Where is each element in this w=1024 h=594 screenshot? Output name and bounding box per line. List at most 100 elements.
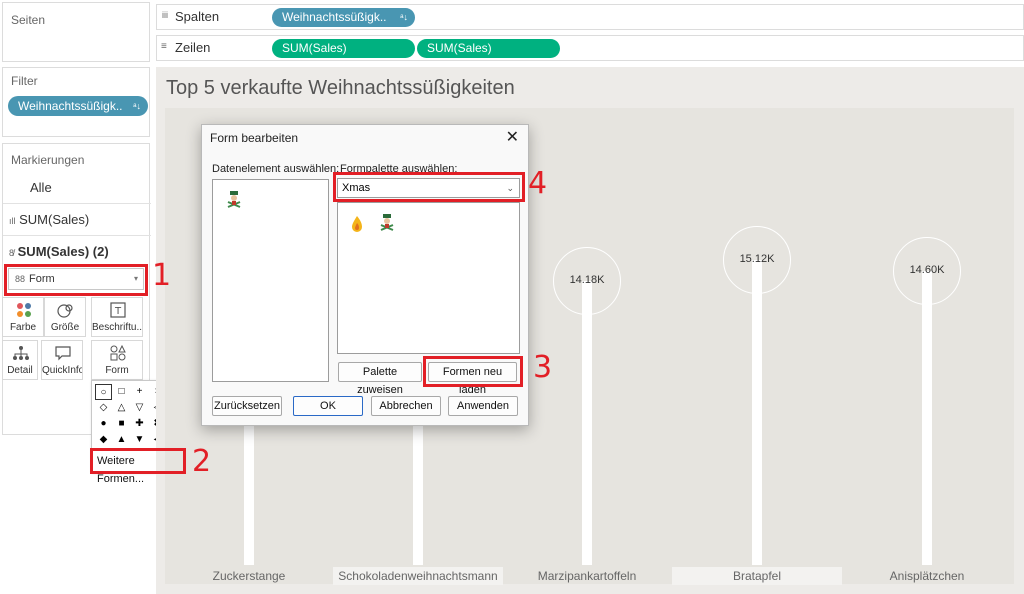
ok-button[interactable]: OK xyxy=(293,396,363,416)
data-label: 14.60K xyxy=(909,264,945,277)
bar-mark[interactable] xyxy=(922,271,932,565)
detail-icon xyxy=(13,346,29,360)
x-tick-label: Zuckerstange xyxy=(212,569,286,583)
shape-option[interactable]: ▽ xyxy=(131,400,148,416)
nutcracker-icon[interactable] xyxy=(378,213,396,231)
marks-row-all-label: Alle xyxy=(30,180,52,195)
annotation-number-3: 3 xyxy=(533,350,553,385)
dialog-title: Form bearbeiten xyxy=(210,131,299,145)
filter-pill-label: Weihnachtssüßigk.. xyxy=(18,99,123,113)
rows-pill-1-label: SUM(Sales) xyxy=(282,41,347,55)
x-tick-label: Bratapfel xyxy=(672,567,842,585)
annotation-box-1 xyxy=(4,264,148,296)
text-icon: T xyxy=(110,302,126,318)
columns-shelf: iii Spalten Weihnachtssüßigk.. ᵃ↓ xyxy=(156,4,1024,30)
color-label: Farbe xyxy=(9,322,37,333)
color-button[interactable]: Farbe xyxy=(2,297,44,337)
color-icon xyxy=(17,303,31,317)
shapes-icon: 8̸ xyxy=(9,248,15,258)
list-item[interactable] xyxy=(225,190,243,211)
marks-row-sum-sales-label: SUM(Sales) xyxy=(19,212,90,227)
shape-option[interactable]: ● xyxy=(95,416,112,432)
tooltip-button[interactable]: QuickInfo xyxy=(41,340,83,380)
shape-option[interactable]: + xyxy=(131,384,148,400)
size-button[interactable]: Größe xyxy=(44,297,86,337)
shape-label: Form xyxy=(105,365,129,376)
sort-icon: ᵃ↓ xyxy=(133,101,141,111)
columns-label: Spalten xyxy=(175,9,220,24)
apply-button[interactable]: Anwenden xyxy=(448,396,518,416)
annotation-box-4 xyxy=(333,172,525,202)
flame-icon[interactable] xyxy=(350,215,364,233)
bar-mark[interactable] xyxy=(752,259,762,565)
shape-button[interactable]: Form xyxy=(91,340,143,380)
ok-label: OK xyxy=(320,400,336,412)
data-item-label: Datenelement auswählen: xyxy=(212,163,340,175)
reset-button[interactable]: Zurücksetzen xyxy=(212,396,282,416)
rows-shelf: ≡ Zeilen SUM(Sales) SUM(Sales) xyxy=(156,35,1024,61)
shape-option[interactable]: ■ xyxy=(113,416,130,432)
data-item-list[interactable] xyxy=(212,179,329,382)
rows-icon: ≡ xyxy=(161,41,167,52)
filter-pill[interactable]: Weihnachtssüßigk.. ᵃ↓ xyxy=(8,96,148,116)
rows-pill-2[interactable]: SUM(Sales) xyxy=(417,39,560,58)
data-label: 15.12K xyxy=(739,252,775,265)
marks-row-sum-sales-2-label: SUM(Sales) (2) xyxy=(17,244,109,259)
columns-pill-label: Weihnachtssüßigk.. xyxy=(282,10,387,24)
detail-button[interactable]: Detail xyxy=(2,340,38,380)
bar-mark[interactable] xyxy=(582,280,592,565)
shape-option[interactable]: □ xyxy=(113,384,130,400)
cancel-button[interactable]: Abbrechen xyxy=(371,396,441,416)
nutcracker-icon xyxy=(227,191,241,208)
shape-option[interactable]: ○ xyxy=(95,384,112,400)
shape-option[interactable]: △ xyxy=(113,400,130,416)
columns-icon: iii xyxy=(162,10,168,20)
svg-text:T: T xyxy=(114,306,122,317)
label-label: Beschriftu... xyxy=(92,322,142,333)
annotation-box-3 xyxy=(423,356,523,387)
label-button[interactable]: T Beschriftu... xyxy=(91,297,143,337)
close-icon[interactable]: ✕ xyxy=(506,127,519,147)
rows-pill-1[interactable]: SUM(Sales) xyxy=(272,39,415,58)
annotation-number-4: 4 xyxy=(528,166,548,201)
x-tick-label: Marzipankartoffeln xyxy=(537,569,637,583)
assign-palette-label: Palette zuweisen xyxy=(357,366,403,396)
tooltip-icon xyxy=(55,346,71,361)
bar-mark[interactable] xyxy=(413,408,423,565)
detail-label: Detail xyxy=(7,365,33,376)
chart-title: Top 5 verkaufte Weihnachtssüßigkeiten xyxy=(166,77,515,99)
rows-pill-2-label: SUM(Sales) xyxy=(427,41,492,55)
shape-option[interactable]: ▼ xyxy=(131,432,148,448)
x-tick-label: Anisplätzchen xyxy=(889,569,965,583)
sort-icon: ᵃ↓ xyxy=(400,12,408,22)
marks-row-sum-sales[interactable]: ıll SUM(Sales) xyxy=(3,204,151,236)
annotation-number-2: 2 xyxy=(192,444,212,479)
marks-title: Markierungen xyxy=(11,153,85,167)
assign-palette-button[interactable]: Palette zuweisen xyxy=(338,362,422,396)
columns-pill[interactable]: Weihnachtssüßigk.. ᵃ↓ xyxy=(272,8,415,27)
annotation-number-1: 1 xyxy=(152,258,172,293)
shape-palette-box[interactable] xyxy=(337,202,520,354)
size-label: Größe xyxy=(50,322,80,333)
bar-mark[interactable] xyxy=(244,408,254,565)
apply-label: Anwenden xyxy=(457,400,509,412)
filter-title: Filter xyxy=(11,74,38,88)
shape-option[interactable]: ▲ xyxy=(113,432,130,448)
tooltip-label: QuickInfo xyxy=(42,365,82,376)
size-icon xyxy=(57,304,73,318)
rows-label: Zeilen xyxy=(175,40,211,55)
filter-card: Filter Weihnachtssüßigk.. ᵃ↓ xyxy=(2,67,150,137)
shape-option[interactable]: ✚ xyxy=(131,416,148,432)
shape-option[interactable]: ◆ xyxy=(95,432,112,448)
shape-option[interactable]: ◇ xyxy=(95,400,112,416)
reset-label: Zurücksetzen xyxy=(213,400,281,412)
marks-row-all[interactable]: Alle xyxy=(3,172,151,204)
bar-chart-icon: ıll xyxy=(9,216,16,226)
shapes-icon xyxy=(110,345,126,361)
data-label: 14.18K xyxy=(569,273,605,286)
x-tick-label: Schokoladenweihnachtsmann xyxy=(333,567,503,585)
pages-title: Seiten xyxy=(11,13,46,27)
annotation-box-2 xyxy=(90,448,186,474)
pages-card: Seiten xyxy=(2,2,150,62)
cancel-label: Abbrechen xyxy=(379,400,433,412)
